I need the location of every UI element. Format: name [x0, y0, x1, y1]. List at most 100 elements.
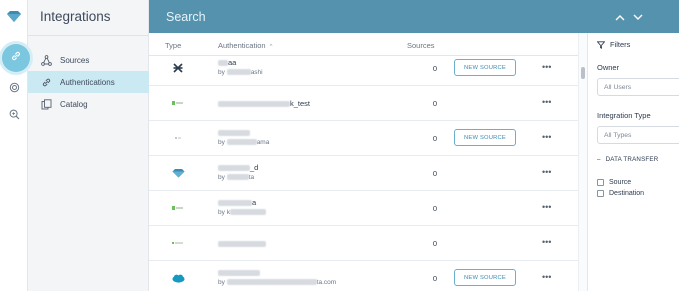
- sources-icon: [40, 54, 52, 66]
- column-header-type: Type: [165, 41, 182, 50]
- auth-owner: by ta.com: [218, 279, 337, 286]
- x-brand-icon: [171, 62, 185, 74]
- filters-title: Filters: [610, 40, 631, 49]
- new-source-button[interactable]: NEW SOURCE: [454, 269, 516, 286]
- column-header-authentication[interactable]: Authentication ^: [218, 41, 272, 50]
- search-header: Search: [149, 0, 679, 33]
- checkbox-box[interactable]: [597, 190, 604, 197]
- auth-name: k_test: [218, 99, 310, 108]
- green-small-icon: [171, 202, 185, 214]
- nav-item-sources-label: Sources: [60, 55, 90, 65]
- search-zoom-icon: [9, 107, 20, 125]
- redacted-text: [226, 279, 317, 286]
- source-count: 0: [432, 134, 438, 143]
- table-row[interactable]: by ta.com 0 NEW SOURCE •••: [149, 261, 578, 291]
- source-count: 0: [432, 99, 438, 108]
- nav-item-authentications[interactable]: Authentications: [28, 71, 149, 93]
- source-count: 0: [432, 169, 438, 178]
- filters-heading: Filters: [597, 40, 630, 49]
- more-options-icon[interactable]: •••: [542, 202, 551, 212]
- search-title[interactable]: Search: [166, 10, 206, 24]
- link-icon: [10, 49, 22, 67]
- gray-dot-icon: [171, 132, 185, 144]
- redacted-text: [226, 139, 257, 146]
- nav-title: Integrations: [40, 9, 111, 24]
- destination-checkbox[interactable]: Destination: [597, 190, 644, 197]
- redacted-text: [218, 241, 266, 248]
- more-options-icon[interactable]: •••: [542, 272, 551, 282]
- auth-name: [218, 268, 260, 277]
- table-row[interactable]: 0 •••: [149, 226, 578, 261]
- source-count: 0: [432, 239, 438, 248]
- authentications-table: Type Authentication ^ Sources aa by ashi…: [149, 33, 578, 291]
- source-checkbox[interactable]: Source: [597, 179, 631, 186]
- redacted-text: [218, 60, 228, 67]
- icon-rail: [0, 0, 30, 291]
- table-scrollbar[interactable]: [578, 33, 587, 291]
- table-row[interactable]: _d by ta 0 •••: [149, 156, 578, 191]
- owner-select[interactable]: All Users: [597, 78, 679, 96]
- chevron-down-icon[interactable]: [632, 11, 644, 23]
- more-options-icon[interactable]: •••: [542, 167, 551, 177]
- salesforce-cloud-icon: [171, 272, 185, 284]
- scrollbar-thumb[interactable]: [581, 67, 585, 79]
- green-small-icon: [171, 97, 185, 109]
- redacted-text: [218, 130, 250, 137]
- redacted-text: [218, 200, 252, 207]
- blue-diamond-icon: [171, 167, 185, 179]
- nav-item-catalog[interactable]: Catalog: [28, 93, 149, 115]
- redacted-text: [218, 165, 250, 172]
- auth-name: [218, 128, 250, 137]
- data-transfer-section-toggle[interactable]: – DATA TRANSFER: [597, 156, 658, 163]
- sort-ascending-icon: ^: [269, 44, 273, 50]
- data-transfer-label: DATA TRANSFER: [605, 156, 659, 163]
- link-icon: [40, 76, 52, 88]
- filter-funnel-icon: [597, 40, 605, 49]
- redacted-text: [226, 174, 249, 181]
- nav-item-authentications-label: Authentications: [60, 77, 115, 87]
- redacted-text: [218, 101, 290, 108]
- auth-name: _d: [218, 163, 258, 172]
- redacted-text: [218, 270, 260, 277]
- table-row[interactable]: aa by ashi 0 NEW SOURCE •••: [149, 51, 578, 86]
- more-options-icon[interactable]: •••: [542, 237, 551, 247]
- source-count: 0: [432, 274, 438, 283]
- integration-type-select[interactable]: All Types: [597, 126, 679, 144]
- filters-panel: Filters Owner All Users Integration Type…: [587, 33, 679, 291]
- table-row[interactable]: by ama 0 NEW SOURCE •••: [149, 121, 578, 156]
- chevron-up-icon[interactable]: [614, 11, 626, 23]
- column-header-sources: Sources: [407, 41, 435, 50]
- auth-owner: by ama: [218, 139, 270, 146]
- green-dot-icon: [171, 237, 185, 249]
- table-row[interactable]: a by k 0 •••: [149, 191, 578, 226]
- auth-owner: by ta: [218, 174, 255, 181]
- new-source-button[interactable]: NEW SOURCE: [454, 59, 516, 76]
- column-header-authentication-label: Authentication: [218, 41, 266, 50]
- checkbox-box[interactable]: [597, 179, 604, 186]
- table-row[interactable]: k_test 0 •••: [149, 86, 578, 121]
- nav-divider: [28, 35, 149, 36]
- more-options-icon[interactable]: •••: [542, 132, 551, 142]
- more-options-icon[interactable]: •••: [542, 97, 551, 107]
- source-count: 0: [432, 204, 438, 213]
- integrations-nav: Integrations Sources Authentications Cat…: [28, 0, 149, 291]
- rail-link-button[interactable]: [2, 44, 30, 72]
- nav-item-sources[interactable]: Sources: [28, 49, 149, 71]
- auth-name: aa: [218, 58, 236, 67]
- redacted-text: [226, 69, 251, 76]
- auth-owner: by ashi: [218, 69, 263, 76]
- nav-item-catalog-label: Catalog: [60, 99, 88, 109]
- more-options-icon[interactable]: •••: [542, 62, 551, 72]
- auth-name: a: [218, 198, 256, 207]
- source-checkbox-label: Source: [609, 179, 632, 186]
- rail-target-button[interactable]: [7, 81, 22, 96]
- integration-type-label: Integration Type: [597, 111, 651, 120]
- destination-checkbox-label: Destination: [609, 190, 645, 197]
- new-source-button[interactable]: NEW SOURCE: [454, 129, 516, 146]
- catalog-icon: [40, 98, 52, 110]
- collapse-dash-icon: –: [597, 156, 601, 163]
- rail-search-button[interactable]: [7, 108, 22, 123]
- auth-owner: by k: [218, 209, 266, 216]
- owner-label: Owner: [597, 63, 620, 72]
- source-count: 0: [432, 64, 438, 73]
